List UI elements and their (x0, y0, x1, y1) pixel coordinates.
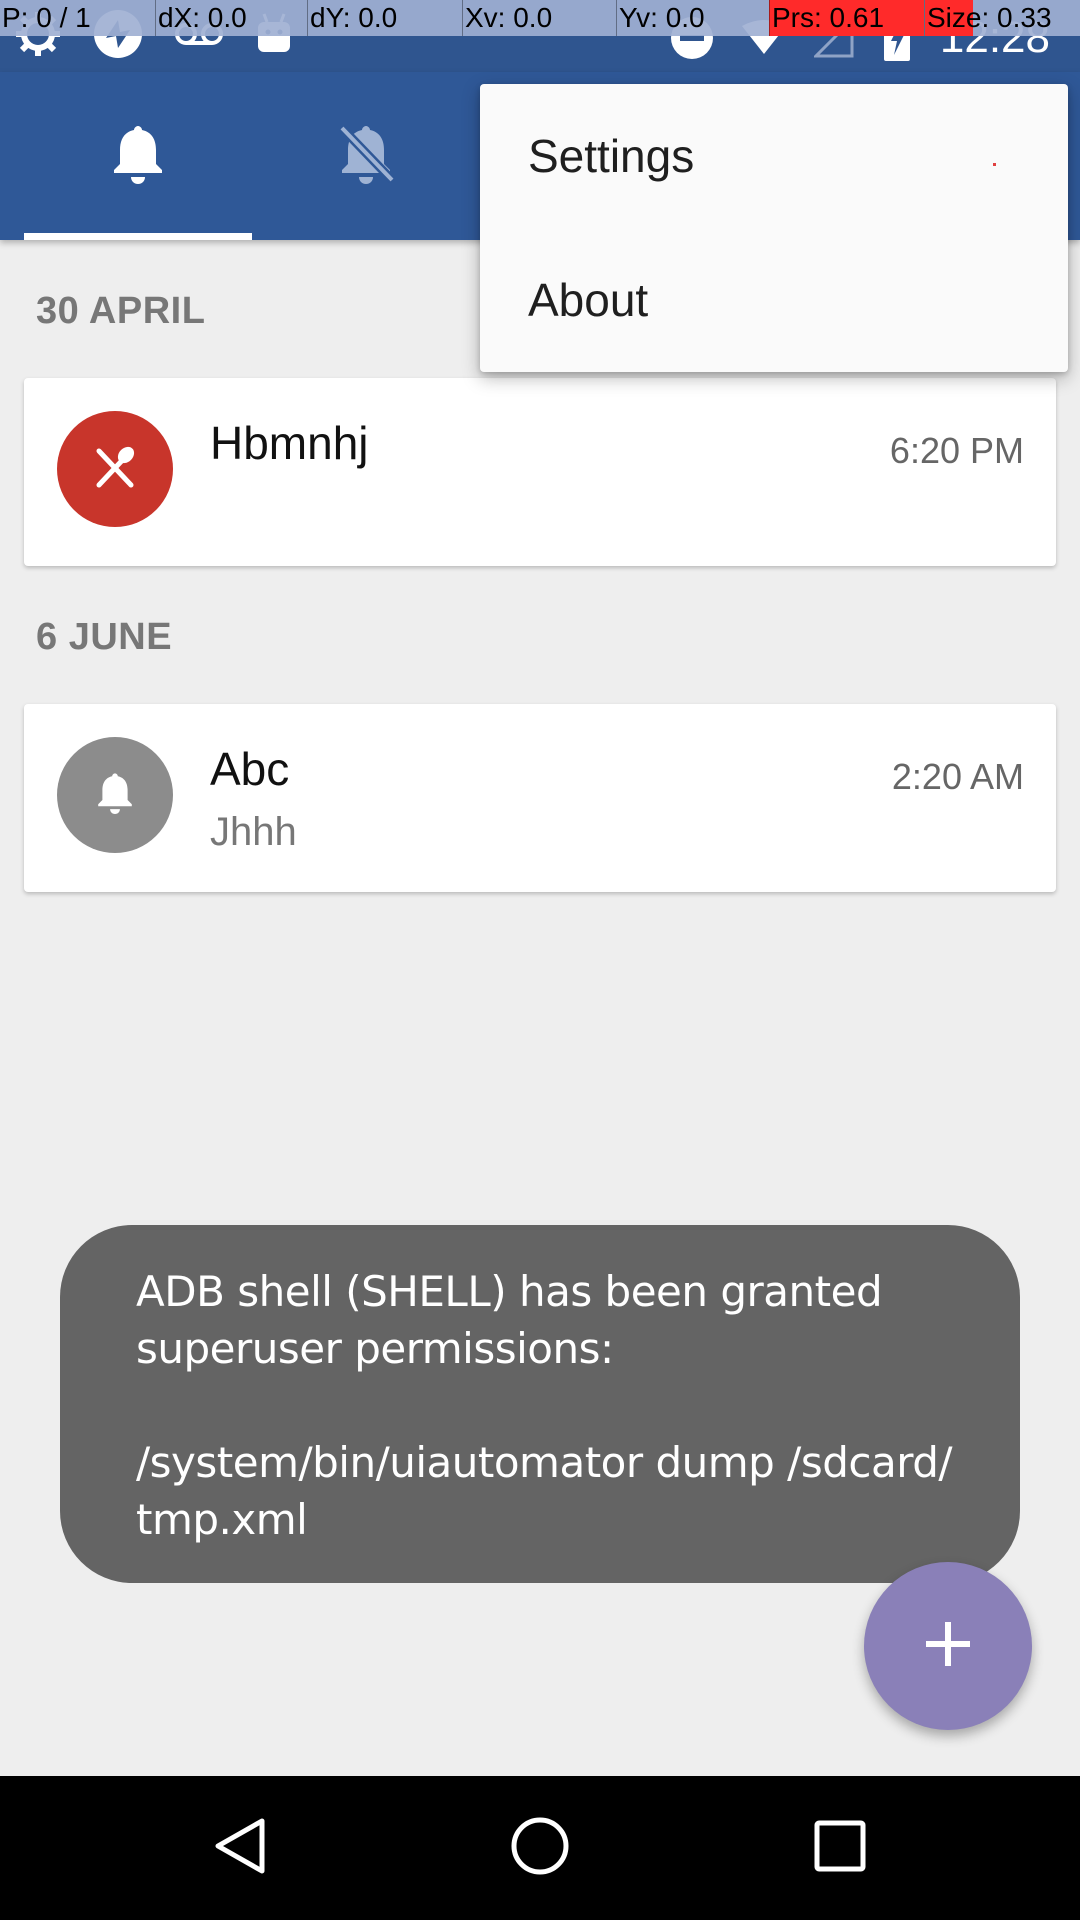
menu-item-about[interactable]: About (480, 228, 1068, 372)
alarm-title: Hbmnhj (210, 417, 369, 469)
section-header-2: 6 JUNE (36, 616, 173, 658)
toast-line: superuser permissions: (136, 1324, 614, 1373)
utensils-icon (93, 445, 137, 494)
debug-pointer: P: 0 / 1 (2, 2, 91, 33)
alarm-avatar (57, 411, 173, 527)
tab-active-alarms[interactable] (24, 72, 252, 240)
navigation-bar (0, 1776, 1080, 1920)
toast-message: ADB shell (SHELL) has been granted super… (60, 1225, 1020, 1583)
bell-icon (108, 122, 168, 191)
back-icon (212, 1816, 268, 1881)
debug-dx: dX: 0.0 (155, 0, 307, 36)
add-alarm-button[interactable] (864, 1562, 1032, 1730)
alarm-title: Abc (210, 743, 290, 795)
toast-line: ADB shell (SHELL) has been granted (136, 1267, 883, 1316)
alarm-subtitle: Jhhh (210, 810, 297, 854)
section-header-1: 30 APRIL (36, 290, 206, 332)
recents-icon (813, 1819, 867, 1878)
debug-size: Size: 0.33 (924, 0, 1080, 36)
pointer-debug-overlay: P: 0 / 1 dX: 0.0 dY: 0.0 Xv: 0.0 Yv: 0.0… (0, 0, 1080, 36)
alarm-time: 6:20 PM (889, 430, 1024, 471)
overflow-menu: Settings About (480, 84, 1068, 372)
home-button[interactable] (460, 1776, 620, 1920)
tab-muted-alarms[interactable] (252, 72, 480, 240)
plus-icon (924, 1620, 972, 1673)
toast-line: /system/bin/uiautomator dump /sdcard/ (136, 1438, 953, 1487)
debug-yv: Yv: 0.0 (616, 0, 769, 36)
debug-dy: dY: 0.0 (307, 0, 462, 36)
alarm-card[interactable]: Abc Jhhh 2:20 AM (24, 704, 1056, 892)
tab-indicator (24, 233, 252, 240)
debug-xv: Xv: 0.0 (462, 0, 616, 36)
back-button[interactable] (160, 1776, 320, 1920)
menu-item-settings[interactable]: Settings (480, 84, 1068, 228)
debug-pressure: Prs: 0.61 (769, 0, 924, 36)
alarm-card[interactable]: Hbmnhj 6:20 PM (24, 378, 1056, 566)
alarm-avatar (57, 737, 173, 853)
alarm-time: 2:20 AM (891, 756, 1024, 797)
toast-line: tmp.xml (136, 1495, 308, 1544)
bell-off-icon (336, 122, 396, 191)
bell-icon (94, 770, 136, 821)
recents-button[interactable] (760, 1776, 920, 1920)
home-icon (510, 1816, 570, 1881)
touch-point-marker (993, 163, 996, 166)
